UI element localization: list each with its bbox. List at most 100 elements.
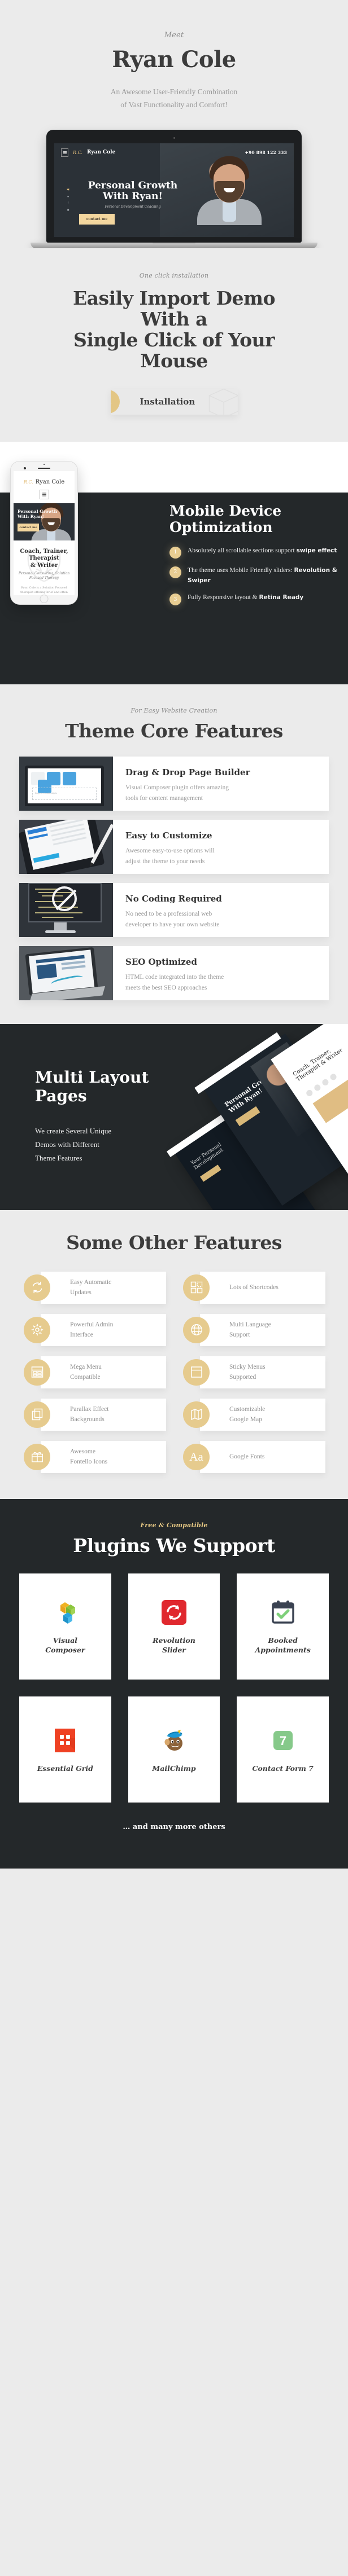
click-cursor-icon [110,389,120,414]
feature-card[interactable]: No Coding Required No need to be a profe… [19,882,329,937]
phone-mockup: R.C. Ryan Cole Personal Growth With Ryan… [10,460,78,605]
feature-card[interactable]: SEO Optimized HTML code integrated into … [19,946,329,1000]
feature-tile[interactable]: Parallax Effect Backgrounds [24,1398,166,1431]
feature-tile[interactable]: Powerful Admin Interface [24,1313,166,1346]
laptop-mockup: R.C. Ryan Cole +90 898 122 333 ✱ ● f ■ P… [31,130,317,249]
contact-form-7-logo: 7 [268,1726,298,1755]
feature-tile[interactable]: Mega Menu Compatible [24,1356,166,1388]
laptop-lid: R.C. Ryan Cole +90 898 122 333 ✱ ● f ■ P… [46,130,302,243]
list-item: 2 The theme uses Mobile Friendly sliders… [169,566,339,586]
mobile-item-text: Absolutely all scrollable sections suppo… [188,547,297,554]
plugin-card[interactable]: Booked Appointments [237,1573,329,1680]
feature-tile-label-2: Google Map [229,1416,262,1423]
installation-button[interactable]: Installation [110,388,238,415]
site-hero-line2: With Ryan! [103,191,163,203]
list-number-badge: 2 [169,566,181,578]
feature-tile-label: Mega Menu [70,1363,102,1370]
site-hero-line1: Personal Growth [88,180,178,192]
site-topbar: R.C. Ryan Cole +90 898 122 333 [54,143,294,161]
hero-tagline-line2: of Vast Functionality and Comfort! [120,100,228,109]
site-contact-button[interactable]: contact me [79,214,115,225]
svg-text:7: 7 [280,1734,286,1748]
laptop-notch [153,243,195,245]
install-heading-line2: Single Click of Your Mouse [73,328,275,372]
typography-aa-icon: Aa [183,1443,210,1470]
hamburger-menu-icon[interactable] [39,489,49,499]
home-button-icon[interactable] [40,594,49,603]
multi-layout-section: Your Personal Development Personal Growth… [0,1023,348,1210]
instagram-icon[interactable]: ■ [67,209,69,212]
feature-tile-label: Awesome [70,1448,95,1455]
plugins-grid: Visual Composer Revolution Slider Booked… [19,1573,329,1803]
dribbble-icon[interactable]: ● [67,195,69,199]
feature-tile-label: Customizable [229,1405,266,1413]
revolution-slider-logo [159,1598,189,1627]
plugin-name-line2: Composer [45,1645,85,1654]
plugin-card[interactable]: Essential Grid [19,1696,111,1803]
landing-page: Meet Ryan Cole An Awesome User-Friendly … [0,0,348,1869]
plugin-card[interactable]: Revolution Slider [128,1573,220,1680]
plugin-name-line1: Essential Grid [37,1764,93,1773]
phone-site-header: R.C. Ryan Cole [14,471,75,503]
feature-tile-label: Easy Automatic [70,1278,112,1286]
install-heading: Easily Import Demo With a Single Click o… [55,288,293,372]
feature-tile-label: Multi Language [229,1321,271,1328]
feature-title: Drag & Drop Page Builder [125,767,250,777]
feature-tile-label: Google Fonts [229,1453,265,1461]
mobile-heading: Mobile Device Optimization [169,503,339,536]
feature-tile[interactable]: Sticky Menus Supported [183,1356,325,1388]
globe-icon [183,1316,210,1343]
mobile-item-text: The theme uses Mobile Friendly sliders: [188,566,294,574]
feature-tile-label: Sticky Menus [229,1363,266,1370]
laptop-screen: R.C. Ryan Cole +90 898 122 333 ✱ ● f ■ P… [54,143,294,238]
feature-card[interactable]: Easy to Customize Awesome easy-to-use op… [19,819,329,874]
install-heading-line1: Easily Import Demo With a [73,287,275,330]
facebook-icon[interactable]: f [67,202,69,205]
laptop-camera-icon [173,137,175,139]
feature-tile[interactable]: Customizable Google Map [183,1398,325,1431]
feature-desc-line2: tools for content management [125,794,203,802]
page-builder-thumb: Drag here to add widgets [19,756,113,811]
plugin-name-line2: Appointments [255,1645,311,1654]
site-logo-name: Ryan Cole [86,150,116,156]
phone-hero-line2: With Ryan! [18,513,44,519]
feature-desc-line1: Awesome easy-to-use options will [125,847,215,854]
phone-about-block: Coach, Trainer, Therapist & Writer Perso… [14,540,75,595]
multi-desc-line2: Demos with Different [35,1140,99,1149]
mobile-optimization-copy: Mobile Device Optimization 1 Absolutely … [169,503,339,613]
feature-tile-label-2: Compatible [70,1374,101,1381]
social-links[interactable]: ✱ ● f ■ [67,188,69,212]
feature-tile-label-2: Supported [229,1374,256,1381]
feature-tile[interactable]: Awesome Fontello Icons [24,1440,166,1473]
multi-desc-line3: Theme Features [35,1153,82,1162]
installation-button-label: Installation [140,396,195,407]
plugin-card[interactable]: MailChimp [128,1696,220,1803]
list-item: 1 Absolutely all scrollable sections sup… [169,546,339,559]
laurel-wreath-icon [27,552,61,582]
feature-card[interactable]: Drag here to add widgets Drag & Drop Pag… [19,756,329,811]
feature-desc-line2: adjust the theme to your needs [125,858,205,865]
feature-tile[interactable]: Lots of Shortcodes [183,1271,325,1304]
feature-tile[interactable]: Easy Automatic Updates [24,1271,166,1304]
hamburger-menu-icon[interactable] [61,148,68,157]
feature-tile[interactable]: Aa Google Fonts [183,1440,325,1473]
plugin-card[interactable]: 7 Contact Form 7 [237,1696,329,1803]
multi-desc-line1: We create Several Unique [35,1126,112,1135]
list-number-badge: 3 [169,594,181,606]
plugin-card[interactable]: Visual Composer [19,1573,111,1680]
phone-contact-button[interactable]: contact me [18,523,39,531]
package-box-icon [204,388,238,415]
tablet-stylus-thumb [19,819,113,874]
sticky-menu-icon [183,1359,210,1386]
feature-tile-label-2: Interface [70,1331,93,1339]
phone-logo-name: Ryan Cole [35,478,65,485]
feature-tile[interactable]: Multi Language Support [183,1313,325,1346]
mobile-item-bold: swipe effect [296,547,337,554]
plugin-name-line1: Contact Form 7 [252,1764,314,1773]
twitter-icon[interactable]: ✱ [67,188,69,192]
plugin-name-line1: Visual [53,1636,77,1645]
gift-icon [24,1443,50,1470]
mobile-item-text: Fully Responsive layout & [188,594,259,601]
signature-logo-icon: R.C. [73,150,82,155]
core-eyebrow: For Easy Website Creation [130,706,218,714]
